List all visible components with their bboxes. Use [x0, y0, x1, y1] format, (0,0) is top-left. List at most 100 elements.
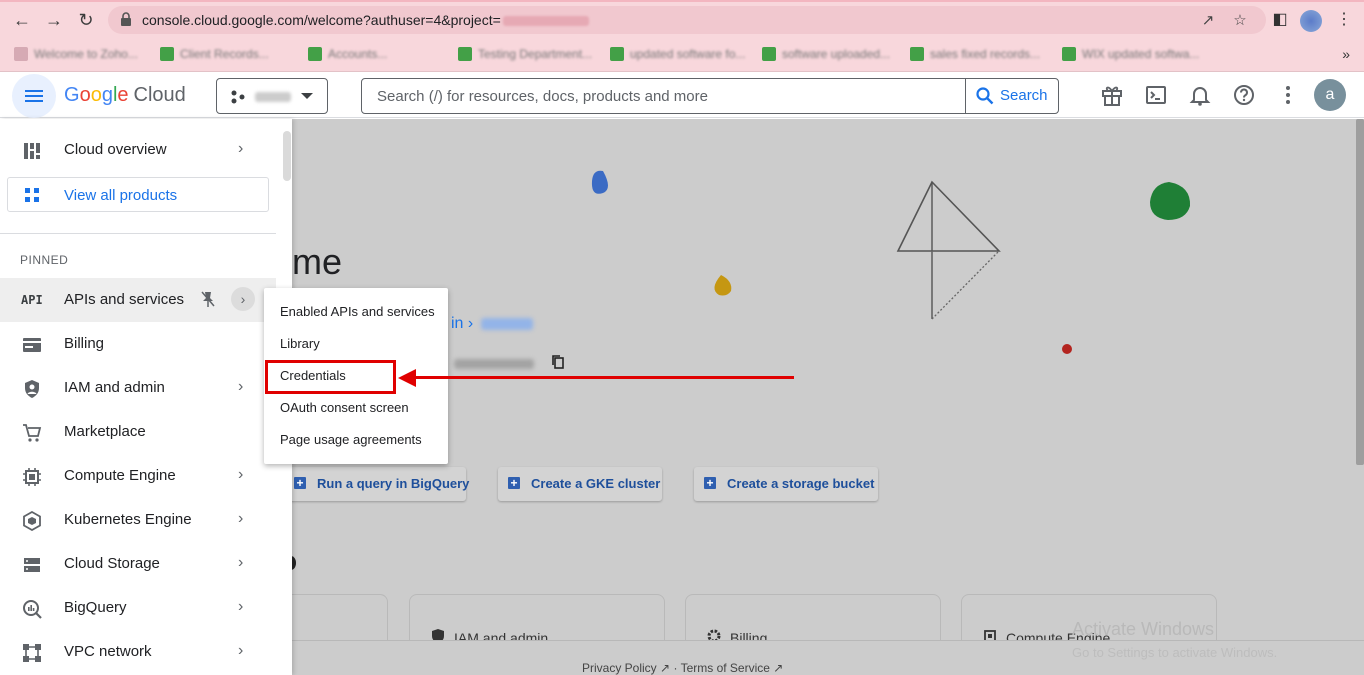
external-link-icon: ↗: [660, 661, 671, 675]
annotation-arrow-head: [398, 369, 416, 387]
sidebar-item-cloud-storage[interactable]: Cloud Storage ›: [0, 542, 276, 586]
bookmark-favicon: [160, 46, 174, 61]
chevron-right-icon[interactable]: ›: [231, 287, 255, 311]
gift-icon[interactable]: [1099, 82, 1125, 108]
bell-icon[interactable]: [1187, 82, 1213, 108]
project-name: [255, 92, 291, 102]
sidebar-item-bigquery[interactable]: BigQuery ›: [0, 586, 276, 630]
plus-icon: +: [294, 477, 306, 489]
account-avatar[interactable]: a: [1314, 79, 1346, 111]
address-bar[interactable]: console.cloud.google.com/welcome?authuse…: [108, 6, 1266, 34]
chevron-right-icon: ›: [238, 510, 244, 527]
credentials-highlight-box: [265, 360, 396, 394]
pinned-section-label: PINNED: [20, 253, 69, 267]
chevron-right-icon: ›: [238, 466, 244, 483]
bookmark-item[interactable]: WIX updated softwa...: [1062, 46, 1199, 66]
external-link-icon: ↗: [773, 661, 784, 675]
search-icon: [976, 87, 994, 105]
bookmark-item[interactable]: updated software fo...: [610, 46, 745, 66]
kebab-menu-icon[interactable]: ⋮: [1332, 8, 1356, 32]
bookmark-favicon: [762, 46, 776, 61]
more-vert-icon[interactable]: [1275, 82, 1301, 108]
chip-icon: [23, 468, 41, 486]
bookmark-item[interactable]: Testing Department...: [458, 46, 592, 66]
bookmark-favicon: [1062, 46, 1076, 61]
browser-toolbar: ← → ↻ console.cloud.google.com/welcome?a…: [0, 0, 1364, 40]
search-input[interactable]: [364, 81, 962, 111]
share-icon[interactable]: ↗: [1198, 11, 1218, 31]
page-scrollbar[interactable]: [1356, 119, 1364, 465]
terms-link[interactable]: Terms of Service: [681, 661, 770, 675]
sidebar-item-apis-and-services[interactable]: API APIs and services ›: [0, 278, 276, 322]
annotation-arrow-line: [414, 376, 794, 379]
welcome-heading: me: [292, 241, 343, 282]
sidebar-item-compute-engine[interactable]: Compute Engine ›: [0, 454, 276, 498]
sidebar-item-marketplace[interactable]: Marketplace: [0, 410, 276, 454]
bookmark-item[interactable]: Welcome to Zoho...: [14, 46, 138, 66]
view-all-products-button[interactable]: View all products: [7, 177, 269, 212]
bookmark-favicon: [910, 46, 924, 61]
activate-windows-title: Activate Windows: [1072, 619, 1215, 639]
bookmark-item[interactable]: sales fixed records...: [910, 46, 1040, 66]
url-text: console.cloud.google.com/welcome?authuse…: [142, 12, 589, 28]
sidebar-divider: [0, 233, 276, 234]
sidebar-item-billing[interactable]: Billing: [0, 322, 276, 366]
bookmark-item[interactable]: Accounts...: [308, 46, 387, 66]
menu-item-oauth-consent[interactable]: OAuth consent screen: [280, 400, 409, 415]
sidebar-item-kubernetes-engine[interactable]: Kubernetes Engine ›: [0, 498, 276, 542]
navigation-sidebar: Cloud overview › View all products PINNE…: [0, 119, 292, 675]
sidepanel-icon[interactable]: ◧: [1268, 8, 1292, 32]
project-picker[interactable]: [216, 78, 328, 114]
cloud-shell-icon[interactable]: [1143, 82, 1169, 108]
profile-avatar[interactable]: [1300, 10, 1322, 32]
sidebar-item-cloud-overview[interactable]: Cloud overview ›: [0, 128, 276, 172]
sidebar-scrollbar[interactable]: [283, 131, 291, 181]
star-icon[interactable]: ☆: [1230, 11, 1250, 31]
hamburger-menu-icon[interactable]: [12, 74, 56, 118]
chevron-right-icon: ›: [238, 554, 244, 571]
bigquery-icon: [23, 600, 42, 619]
bookmark-item[interactable]: software uploaded...: [762, 46, 890, 66]
search-button[interactable]: Search: [965, 79, 1059, 113]
bookmarks-overflow-icon[interactable]: »: [1342, 46, 1350, 62]
menu-item-library[interactable]: Library: [280, 336, 320, 351]
menu-item-page-usage-agreements[interactable]: Page usage agreements: [280, 432, 422, 447]
storage-icon: [24, 558, 40, 572]
bookmarks-bar: Welcome to Zoho... Client Records... Acc…: [0, 40, 1364, 72]
google-cloud-logo[interactable]: Google Cloud: [64, 84, 186, 107]
chevron-right-icon: ›: [238, 598, 244, 615]
bookmark-favicon: [610, 46, 624, 61]
dashboard-icon: [24, 143, 40, 159]
plus-icon: +: [704, 477, 716, 489]
create-gke-button[interactable]: + Create a GKE cluster: [498, 467, 662, 501]
sidebar-item-iam-and-admin[interactable]: IAM and admin ›: [0, 366, 276, 410]
shield-icon: [25, 380, 39, 398]
reload-icon[interactable]: ↻: [74, 8, 98, 32]
privacy-policy-link[interactable]: Privacy Policy: [582, 661, 657, 675]
chevron-right-icon: ›: [238, 378, 244, 395]
help-icon[interactable]: [1231, 82, 1257, 108]
project-id: [454, 359, 534, 369]
welcome-page: me in › + Run a query in BigQuery + Create…: [292, 119, 1364, 675]
console-header: GoogleCloud Search a: [0, 72, 1364, 118]
run-bigquery-button[interactable]: + Run a query in BigQuery: [292, 467, 469, 501]
caret-down-icon: [301, 93, 313, 99]
chevron-right-icon: ›: [238, 140, 244, 157]
chevron-right-icon: ›: [238, 642, 244, 659]
sidebar-item-vpc-network[interactable]: VPC network ›: [0, 630, 276, 674]
bookmark-favicon: [458, 46, 472, 61]
breadcrumb[interactable]: in ›: [451, 315, 534, 333]
project-hierarchy-icon: [231, 90, 245, 104]
network-icon: [23, 644, 41, 662]
back-icon[interactable]: ←: [10, 8, 34, 32]
billing-icon: [23, 338, 41, 352]
bookmark-favicon: [308, 46, 322, 61]
menu-item-enabled-apis[interactable]: Enabled APIs and services: [280, 304, 435, 319]
search-bar: Search: [361, 78, 1059, 114]
forward-icon[interactable]: →: [42, 8, 66, 32]
activate-windows-subtitle: Go to Settings to activate Windows.: [1072, 645, 1278, 660]
unpin-icon[interactable]: [200, 290, 216, 308]
bookmark-item[interactable]: Client Records...: [160, 46, 269, 66]
copy-icon[interactable]: [552, 355, 564, 369]
create-bucket-button[interactable]: + Create a storage bucket: [694, 467, 878, 501]
